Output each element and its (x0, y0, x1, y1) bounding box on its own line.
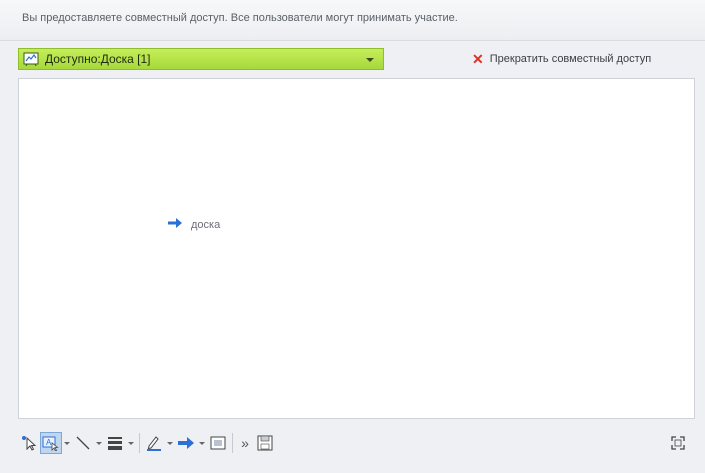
arrow-tool-dropdown[interactable] (197, 432, 207, 454)
info-bar: Вы предоставляете совместный доступ. Все… (0, 0, 705, 41)
svg-text:A: A (46, 438, 52, 447)
pointer-icon[interactable] (18, 432, 40, 454)
arrow-right-icon (167, 216, 183, 234)
board-item-label: доска (191, 219, 221, 231)
arrow-tool-icon[interactable] (175, 432, 197, 454)
whiteboard-canvas[interactable]: доска (18, 78, 695, 419)
pen-color-dropdown[interactable] (165, 432, 175, 454)
line-style-icon[interactable] (104, 432, 126, 454)
board-item: доска (167, 216, 220, 234)
separator (232, 433, 233, 453)
separator (139, 433, 140, 453)
stop-sharing-button[interactable]: ✕ Прекратить совместный доступ (472, 50, 651, 68)
share-label: Доступно:Доска [1] (45, 52, 151, 66)
pen-color-icon[interactable] (143, 432, 165, 454)
share-selector[interactable]: Доступно:Доска [1] (18, 48, 384, 70)
save-icon[interactable] (254, 432, 276, 454)
stop-sharing-label: Прекратить совместный доступ (489, 53, 652, 65)
rectangle-tool-icon[interactable] (207, 432, 229, 454)
close-icon: ✕ (472, 51, 484, 67)
chevron-down-icon[interactable] (366, 58, 374, 62)
whiteboard-icon (23, 51, 39, 67)
fullscreen-icon[interactable] (667, 432, 689, 454)
line-style-dropdown[interactable] (126, 432, 136, 454)
more-tools-button[interactable]: » (236, 432, 254, 454)
info-text: Вы предоставляете совместный доступ. Все… (22, 12, 458, 24)
text-select-icon[interactable]: A (40, 432, 62, 454)
text-tool-dropdown[interactable] (62, 432, 72, 454)
line-tool-icon[interactable] (72, 432, 94, 454)
drawing-toolbar: A » (18, 426, 695, 460)
line-tool-dropdown[interactable] (94, 432, 104, 454)
